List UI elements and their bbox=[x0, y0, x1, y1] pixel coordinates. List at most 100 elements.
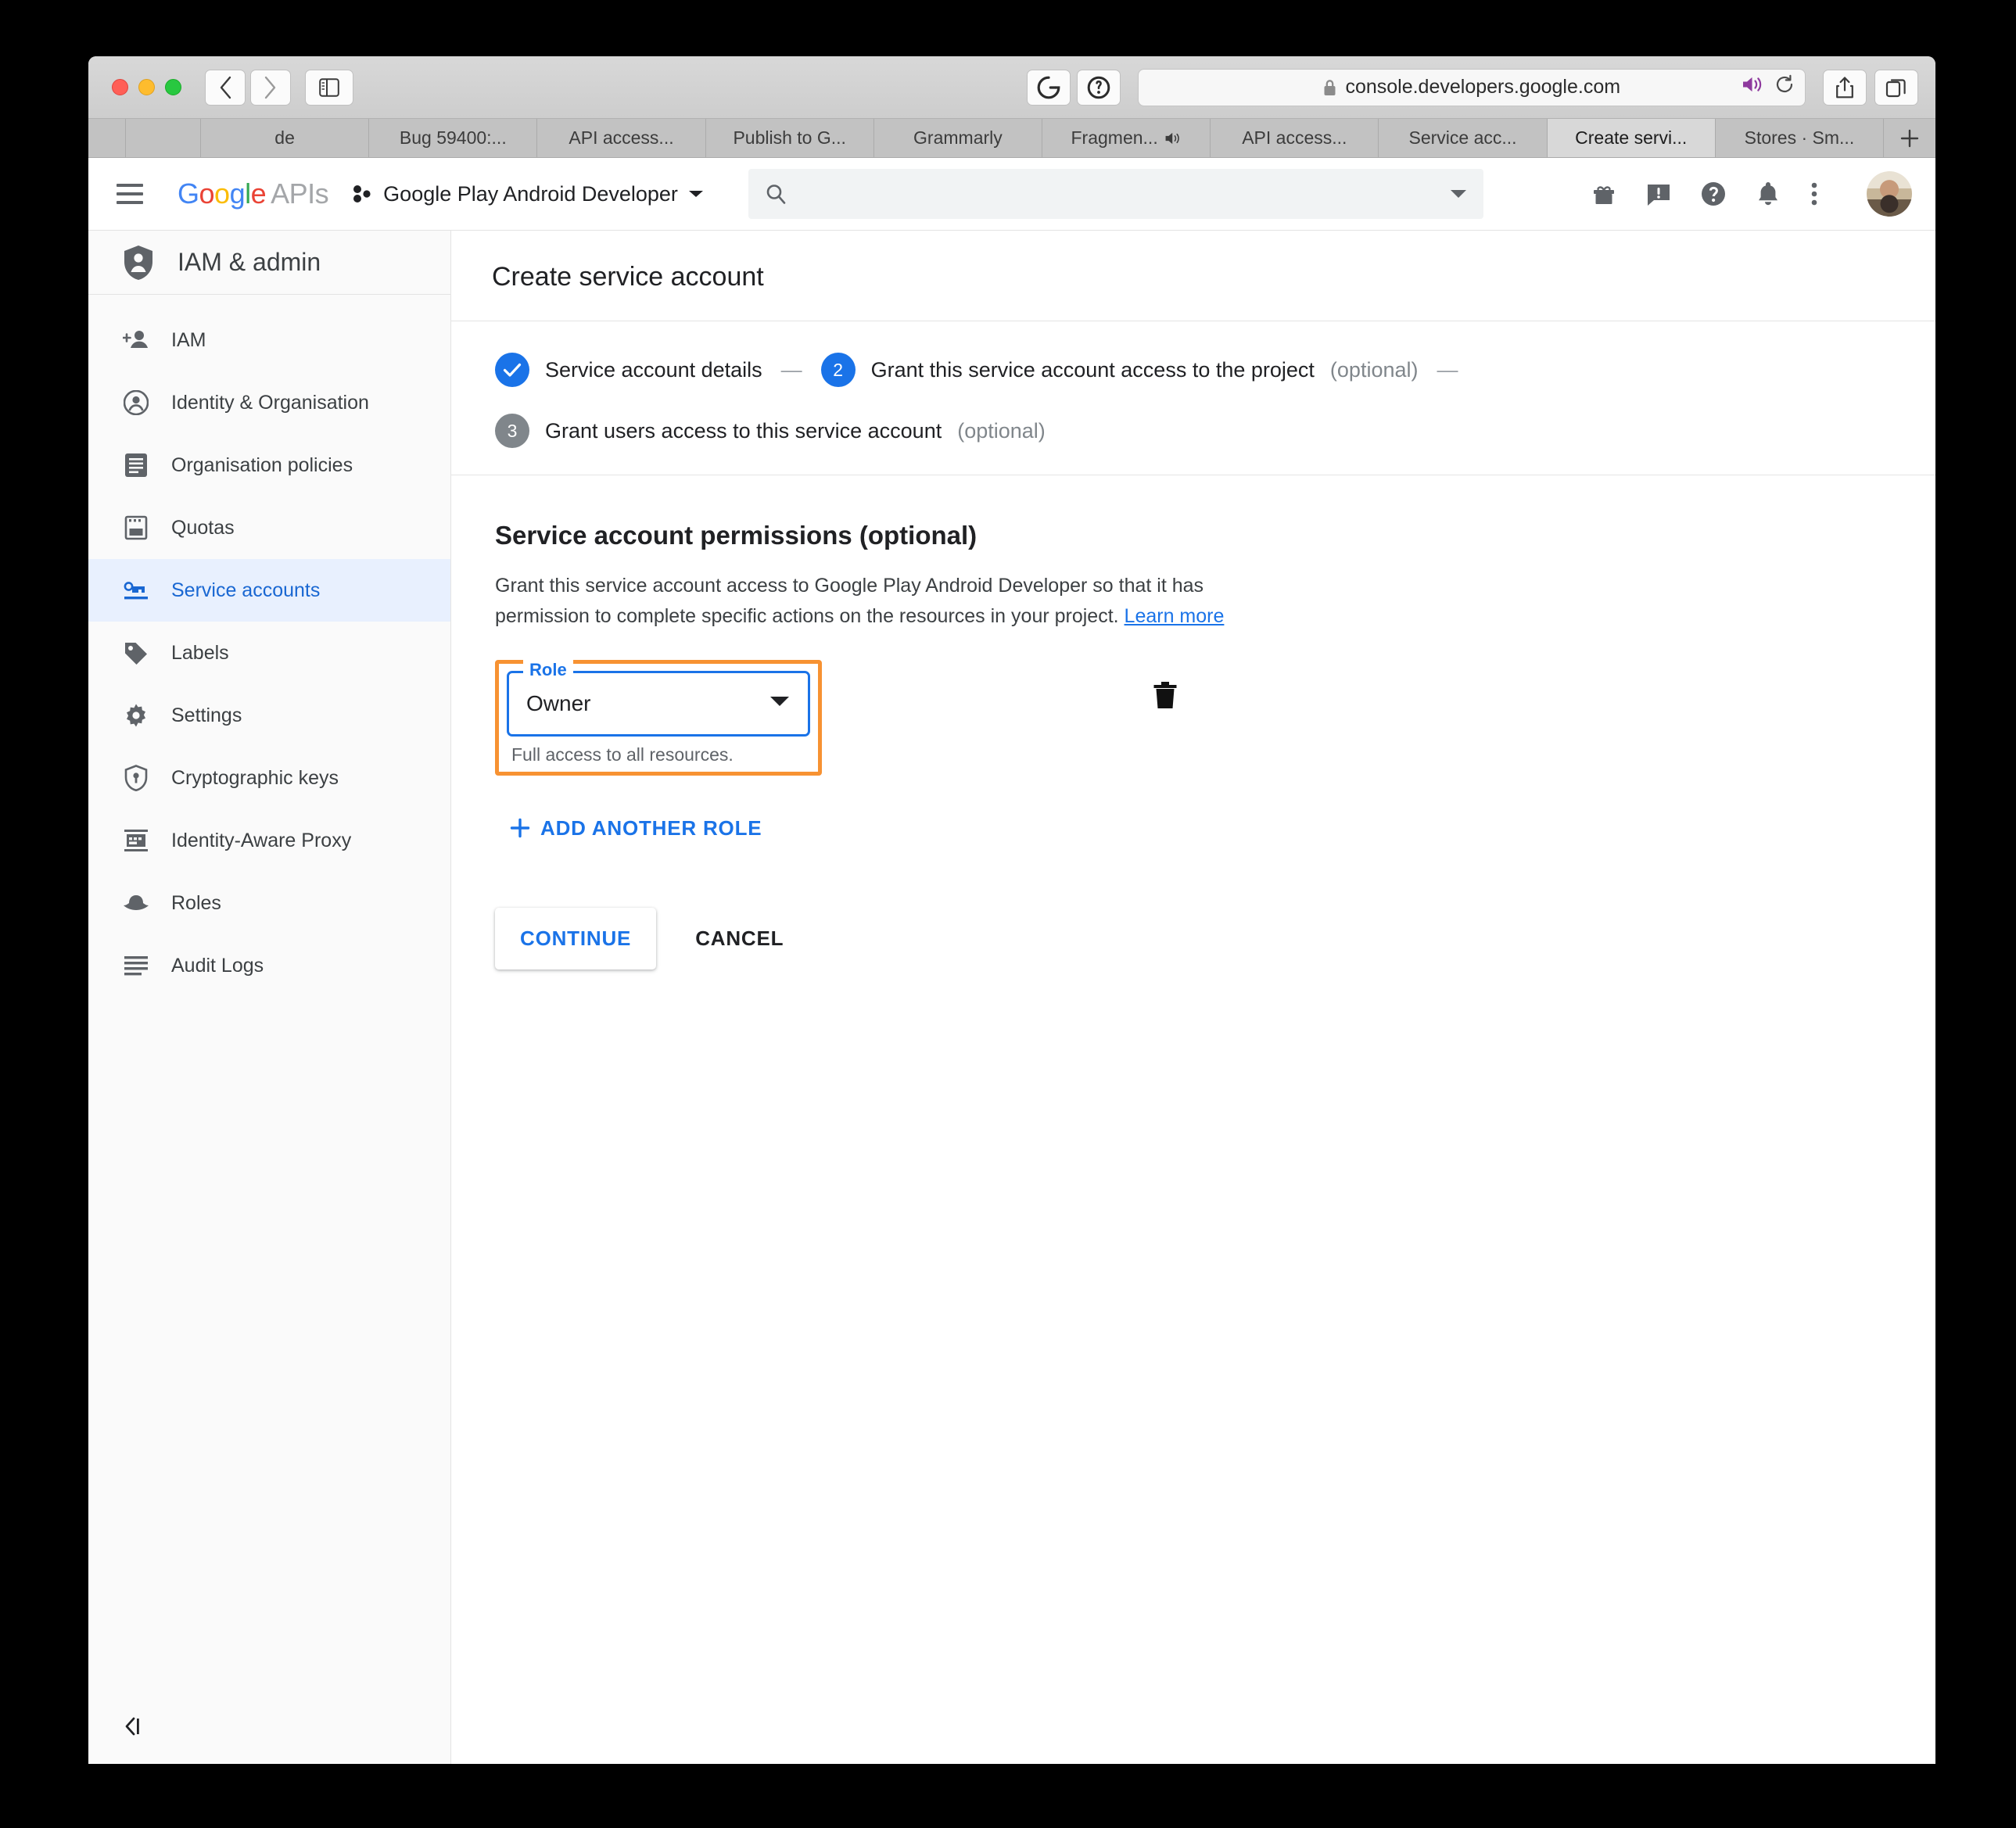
more-vert-icon[interactable] bbox=[1809, 180, 1820, 208]
sidebar-item-organisation-policies[interactable]: Organisation policies bbox=[88, 434, 450, 496]
close-window-button[interactable] bbox=[112, 79, 128, 95]
form-actions: CONTINUE CANCEL bbox=[495, 907, 1935, 970]
apis-wordmark: APIs bbox=[271, 177, 329, 210]
search-box[interactable] bbox=[748, 169, 1483, 219]
cancel-button[interactable]: CANCEL bbox=[680, 908, 799, 970]
sidebar-item-roles[interactable]: Roles bbox=[88, 872, 450, 934]
browser-tab[interactable]: de bbox=[201, 119, 370, 157]
tab-label: API access... bbox=[1242, 127, 1347, 148]
sidebar-toggle-icon bbox=[319, 77, 339, 97]
sidebar-item-audit-logs[interactable]: Audit Logs bbox=[88, 934, 450, 997]
collapse-sidebar-button[interactable] bbox=[123, 1715, 146, 1742]
chevron-left-icon bbox=[220, 76, 231, 99]
tab-label: Create servi... bbox=[1575, 127, 1688, 148]
browser-tab[interactable]: Service acc... bbox=[1379, 119, 1548, 157]
sidebar-item-identity-aware-proxy[interactable]: Identity-Aware Proxy bbox=[88, 809, 450, 872]
page-title: Create service account bbox=[451, 231, 1935, 321]
sidebar-item-label: Labels bbox=[171, 641, 229, 664]
learn-more-link[interactable]: Learn more bbox=[1125, 605, 1225, 627]
step-1-done-bubble bbox=[495, 353, 529, 387]
address-bar-actions bbox=[1741, 70, 1795, 106]
minimize-window-button[interactable] bbox=[138, 79, 155, 95]
sidebar-item-label: Identity & Organisation bbox=[171, 391, 369, 414]
feedback-icon[interactable] bbox=[1645, 180, 1673, 208]
sidebar-nav-list: IAM Identity & Organisation Organisation… bbox=[88, 295, 450, 997]
google-apis-logo[interactable]: Google APIs bbox=[178, 177, 329, 210]
tab-strip: de Bug 59400:... API access... Publish t… bbox=[88, 119, 1935, 158]
sidebar-item-service-accounts[interactable]: Service accounts bbox=[88, 559, 450, 622]
browser-tab[interactable]: API access... bbox=[1211, 119, 1379, 157]
sidebar-item-iam[interactable]: IAM bbox=[88, 309, 450, 371]
tab-overview-icon bbox=[1885, 78, 1906, 97]
tab-label: Fragmen... bbox=[1071, 127, 1158, 148]
browser-tab[interactable]: Stores · Sm... bbox=[1716, 119, 1885, 157]
dropdown-caret-icon[interactable] bbox=[769, 694, 791, 712]
maximize-window-button[interactable] bbox=[165, 79, 181, 95]
main-menu-button[interactable] bbox=[110, 184, 159, 204]
permissions-form: Service account permissions (optional) G… bbox=[451, 475, 1935, 970]
main-panel: Create service account Service account d… bbox=[451, 231, 1935, 1764]
window-traffic-lights bbox=[112, 79, 181, 95]
key-card-icon bbox=[123, 579, 149, 602]
sidebar-item-label: Organisation policies bbox=[171, 453, 353, 476]
step-label: Grant this service account access to the… bbox=[870, 357, 1315, 382]
add-another-role-label: ADD ANOTHER ROLE bbox=[540, 815, 762, 840]
help-icon[interactable] bbox=[1699, 180, 1727, 208]
hamburger-menu-icon bbox=[117, 184, 143, 187]
sidebar-item-cryptographic-keys[interactable]: Cryptographic keys bbox=[88, 747, 450, 809]
create-service-account-stepper: Service account details — 2 Grant this s… bbox=[451, 321, 1935, 475]
step-service-account-details[interactable]: Service account details bbox=[495, 353, 762, 387]
tab-overview-button[interactable] bbox=[1874, 69, 1918, 106]
back-button[interactable] bbox=[205, 69, 246, 106]
section-description: Grant this service account access to Goo… bbox=[495, 571, 1269, 632]
1password-extension-icon bbox=[1087, 76, 1110, 99]
delete-role-button[interactable] bbox=[1152, 680, 1178, 714]
step-3-bubble: 3 bbox=[495, 414, 529, 448]
browser-tab[interactable]: API access... bbox=[537, 119, 706, 157]
grammarly-extension-button[interactable] bbox=[1026, 69, 1071, 106]
forward-button[interactable] bbox=[250, 69, 291, 106]
browser-tab[interactable]: Grammarly bbox=[874, 119, 1043, 157]
step-connector: — bbox=[1437, 357, 1458, 382]
stepper-row-2: 3 Grant users access to this service acc… bbox=[495, 414, 1935, 448]
role-highlight-box: Role Owner Full access to all resources. bbox=[495, 659, 822, 776]
continue-button[interactable]: CONTINUE bbox=[495, 907, 657, 970]
role-select[interactable]: Role Owner bbox=[507, 659, 810, 737]
step-2-bubble: 2 bbox=[820, 353, 856, 387]
notifications-bell-icon[interactable] bbox=[1754, 180, 1782, 208]
chevron-down-icon[interactable] bbox=[1449, 188, 1468, 200]
share-icon bbox=[1836, 76, 1853, 98]
step-grant-users-access[interactable]: 3 Grant users access to this service acc… bbox=[495, 414, 1046, 448]
browser-tab-active[interactable]: Create servi... bbox=[1547, 119, 1716, 157]
browser-tab[interactable] bbox=[126, 119, 201, 157]
sidebar-item-quotas[interactable]: Quotas bbox=[88, 496, 450, 559]
add-another-role-button[interactable]: ADD ANOTHER ROLE bbox=[509, 816, 1935, 841]
account-circle-icon bbox=[123, 390, 149, 415]
new-tab-button[interactable] bbox=[1884, 119, 1935, 157]
tab-audio-indicator-icon[interactable] bbox=[1164, 131, 1182, 146]
sidebar-item-settings[interactable]: Settings bbox=[88, 684, 450, 747]
section-title: Service account permissions (optional) bbox=[495, 521, 978, 550]
sidebar-toggle-button[interactable] bbox=[305, 69, 353, 106]
search-input[interactable] bbox=[799, 182, 1449, 206]
section-description-line2: permission to complete specific actions … bbox=[495, 604, 1125, 627]
onepassword-extension-button[interactable] bbox=[1076, 69, 1121, 106]
project-picker[interactable]: Google Play Android Developer bbox=[352, 182, 705, 206]
avatar[interactable] bbox=[1867, 171, 1912, 217]
browser-tab[interactable] bbox=[88, 119, 126, 157]
step-label: Service account details bbox=[545, 357, 762, 382]
step-grant-project-access[interactable]: 2 Grant this service account access to t… bbox=[820, 353, 1418, 387]
browser-tab[interactable]: Bug 59400:... bbox=[369, 119, 538, 157]
address-bar[interactable]: console.developers.google.com bbox=[1137, 68, 1806, 106]
project-name-label: Google Play Android Developer bbox=[383, 181, 678, 206]
browser-tab[interactable]: Publish to G... bbox=[706, 119, 874, 157]
tab-label: Service acc... bbox=[1408, 127, 1517, 148]
sidebar-item-identity-organisation[interactable]: Identity & Organisation bbox=[88, 371, 450, 434]
reload-button[interactable] bbox=[1774, 73, 1795, 101]
tab-audio-button[interactable] bbox=[1741, 74, 1764, 100]
browser-tab[interactable]: Fragmen... bbox=[1042, 119, 1211, 157]
gift-icon[interactable] bbox=[1590, 180, 1618, 208]
share-button[interactable] bbox=[1823, 69, 1867, 106]
sidebar-item-labels[interactable]: Labels bbox=[88, 622, 450, 684]
sidebar-header: IAM & admin bbox=[88, 231, 450, 295]
